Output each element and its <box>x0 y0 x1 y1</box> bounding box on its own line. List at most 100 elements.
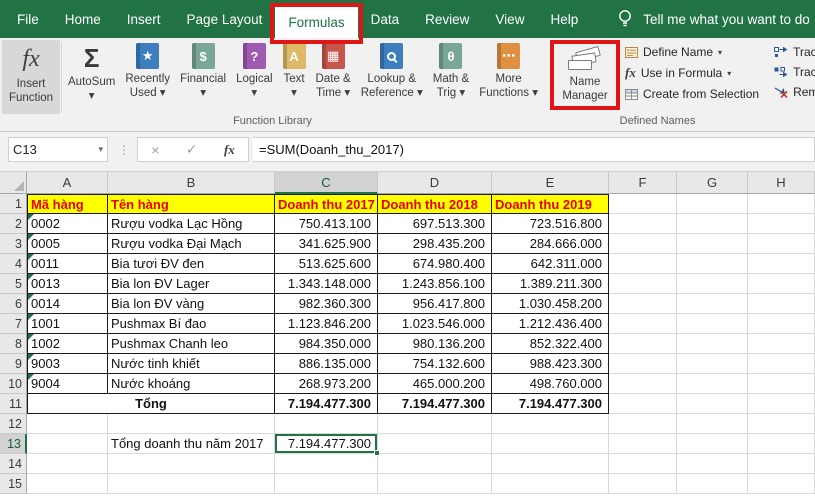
column-header-g[interactable]: G <box>677 172 748 194</box>
cell-A3[interactable]: 0005 <box>27 234 108 254</box>
cell[interactable] <box>677 394 748 414</box>
cell[interactable] <box>677 354 748 374</box>
cell-E9[interactable]: 988.423.300 <box>492 354 609 374</box>
cell-D6[interactable]: 956.417.800 <box>378 294 492 314</box>
cell-E8[interactable]: 852.322.400 <box>492 334 609 354</box>
cell-B5[interactable]: Bia lon ĐV Lager <box>108 274 275 294</box>
cell[interactable] <box>748 474 815 494</box>
cell[interactable] <box>492 414 609 434</box>
create-from-selection-button[interactable]: Create from Selection <box>623 87 766 101</box>
logical-button[interactable]: ? Logical ▾ <box>231 40 277 114</box>
cell[interactable] <box>378 434 492 454</box>
cell[interactable] <box>748 354 815 374</box>
cell[interactable] <box>27 474 108 494</box>
row-header[interactable]: 10 <box>0 374 27 394</box>
cell-A9[interactable]: 9003 <box>27 354 108 374</box>
cell-D9[interactable]: 754.132.600 <box>378 354 492 374</box>
cell[interactable] <box>677 434 748 454</box>
column-header-e[interactable]: E <box>492 172 609 194</box>
more-functions-button[interactable]: ⋯ More Functions ▾ <box>474 40 543 114</box>
row-header[interactable]: 7 <box>0 314 27 334</box>
cell[interactable] <box>677 234 748 254</box>
tab-view[interactable]: View <box>482 0 537 38</box>
cell[interactable] <box>677 474 748 494</box>
cell-A2[interactable]: 0002 <box>27 214 108 234</box>
cell-B1[interactable]: Tên hàng <box>108 194 275 214</box>
name-manager-button[interactable]: Name Manager <box>556 45 614 105</box>
row-header[interactable]: 14 <box>0 454 27 474</box>
row-header[interactable]: 11 <box>0 394 27 414</box>
cell[interactable] <box>677 314 748 334</box>
lookup-reference-button[interactable]: Lookup & Reference ▾ <box>356 40 428 114</box>
cell[interactable] <box>677 254 748 274</box>
cell-B13-note[interactable]: Tổng doanh thu năm 2017 <box>108 434 275 454</box>
row-header[interactable]: 15 <box>0 474 27 494</box>
cell-A5[interactable]: 0013 <box>27 274 108 294</box>
tab-home[interactable]: Home <box>52 0 114 38</box>
column-header-a[interactable]: A <box>27 172 108 194</box>
cell[interactable] <box>275 454 378 474</box>
cell[interactable] <box>27 434 108 454</box>
cell-D7[interactable]: 1.023.546.000 <box>378 314 492 334</box>
cell[interactable] <box>27 414 108 434</box>
cell[interactable] <box>677 374 748 394</box>
cell[interactable] <box>609 414 677 434</box>
cell-D1[interactable]: Doanh thu 2018 <box>378 194 492 214</box>
cell[interactable] <box>748 394 815 414</box>
column-header-d[interactable]: D <box>378 172 492 194</box>
cell[interactable] <box>609 314 677 334</box>
cell-A8[interactable]: 1002 <box>27 334 108 354</box>
cell-C5[interactable]: 1.343.148.000 <box>275 274 378 294</box>
remove-arrows-button[interactable]: Remov <box>772 85 815 99</box>
cell[interactable] <box>609 394 677 414</box>
cell-D8[interactable]: 980.136.200 <box>378 334 492 354</box>
cell[interactable] <box>275 474 378 494</box>
recently-used-button[interactable]: ★ Recently Used ▾ <box>120 40 175 114</box>
tab-page-layout[interactable]: Page Layout <box>174 0 276 38</box>
cell[interactable] <box>748 314 815 334</box>
row-header[interactable]: 6 <box>0 294 27 314</box>
cell[interactable] <box>609 374 677 394</box>
cell[interactable] <box>748 274 815 294</box>
cell-D3[interactable]: 298.435.200 <box>378 234 492 254</box>
cell-A4[interactable]: 0011 <box>27 254 108 274</box>
insert-function-fx-button[interactable]: fx <box>224 142 235 158</box>
cell-C8[interactable]: 984.350.000 <box>275 334 378 354</box>
cell[interactable] <box>748 294 815 314</box>
cell-E6[interactable]: 1.030.458.200 <box>492 294 609 314</box>
cell-A7[interactable]: 1001 <box>27 314 108 334</box>
formula-bar-drag-handle[interactable]: ⋮ <box>118 143 129 157</box>
cell[interactable] <box>609 454 677 474</box>
cell[interactable] <box>609 214 677 234</box>
cell-C9[interactable]: 886.135.000 <box>275 354 378 374</box>
cell[interactable] <box>609 354 677 374</box>
cell-D2[interactable]: 697.513.300 <box>378 214 492 234</box>
column-header-f[interactable]: F <box>609 172 677 194</box>
cell-C11[interactable]: 7.194.477.300 <box>275 394 378 414</box>
cell[interactable] <box>748 214 815 234</box>
cell-B7[interactable]: Pushmax Bí đao <box>108 314 275 334</box>
cell[interactable] <box>378 414 492 434</box>
tab-review[interactable]: Review <box>412 0 482 38</box>
cell-A6[interactable]: 0014 <box>27 294 108 314</box>
select-all-corner[interactable] <box>0 172 27 194</box>
cell-D10[interactable]: 465.000.200 <box>378 374 492 394</box>
cell-C4[interactable]: 513.625.600 <box>275 254 378 274</box>
cell[interactable] <box>609 434 677 454</box>
cell-C2[interactable]: 750.413.100 <box>275 214 378 234</box>
use-in-formula-button[interactable]: fx Use in Formula ▾ <box>623 65 766 81</box>
row-header-13-selected[interactable]: 13 <box>0 434 27 454</box>
tab-data[interactable]: Data <box>358 0 413 38</box>
cell-E2[interactable]: 723.516.800 <box>492 214 609 234</box>
cell[interactable] <box>677 414 748 434</box>
cell[interactable] <box>492 434 609 454</box>
row-header[interactable]: 9 <box>0 354 27 374</box>
cell[interactable] <box>108 414 275 434</box>
financial-button[interactable]: $ Financial ▾ <box>175 40 231 114</box>
cell-D5[interactable]: 1.243.856.100 <box>378 274 492 294</box>
cell[interactable] <box>748 374 815 394</box>
cell-D4[interactable]: 674.980.400 <box>378 254 492 274</box>
trace-precedents-button[interactable]: Trace P <box>772 45 815 59</box>
cell[interactable] <box>677 214 748 234</box>
cell[interactable] <box>275 414 378 434</box>
